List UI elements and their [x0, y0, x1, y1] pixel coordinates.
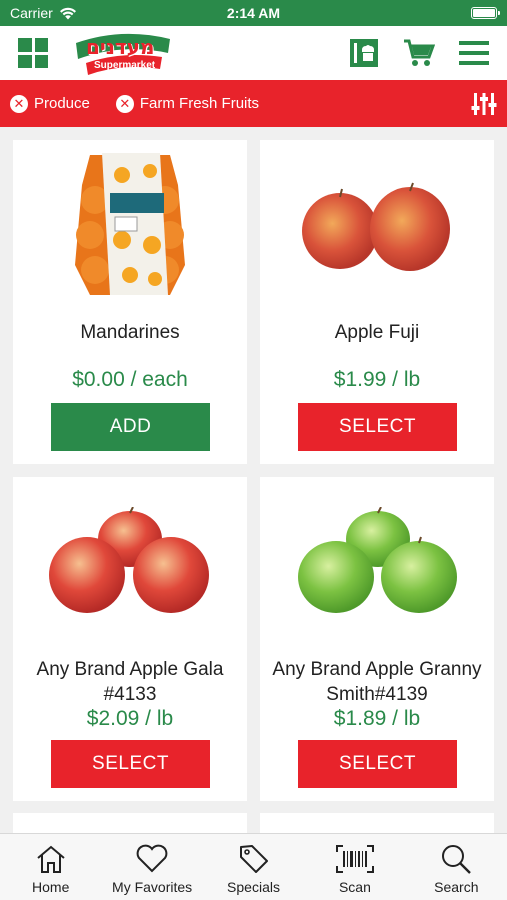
product-name: Mandarines — [80, 322, 180, 343]
filter-chip-farm-fresh-fruits[interactable]: ✕ Farm Fresh Fruits — [115, 94, 260, 113]
logo-subtext: Supermarket — [94, 60, 156, 71]
product-name: Any Brand Apple Gala #4133 — [36, 659, 224, 705]
tab-label: Home — [32, 879, 70, 895]
tab-label: Scan — [338, 879, 371, 895]
product-card[interactable]: Apple Fuji $1.99 / lb SELECT — [260, 140, 494, 464]
product-name: Any Brand Apple Granny Smith#4139 — [272, 659, 482, 705]
home-icon — [35, 842, 67, 876]
tab-home[interactable]: Home — [0, 834, 101, 900]
heart-icon — [135, 842, 169, 876]
select-button[interactable]: SELECT — [51, 740, 210, 788]
tab-label: Search — [434, 879, 479, 895]
remove-filter-icon[interactable]: ✕ — [10, 94, 28, 113]
select-button[interactable]: SELECT — [298, 403, 457, 451]
hamburger-menu-icon[interactable] — [459, 39, 489, 67]
remove-filter-icon[interactable]: ✕ — [115, 94, 134, 113]
battery-icon — [471, 7, 500, 19]
product-card[interactable]: Any Brand Apple Gala #4133 $2.09 / lb SE… — [13, 477, 247, 801]
grid-menu-icon[interactable] — [18, 38, 48, 68]
product-grid: Mandarines $0.00 / each ADD Apple Fuji $… — [0, 127, 507, 833]
product-price: $1.89 / lb — [333, 707, 421, 730]
tag-icon — [238, 842, 270, 876]
product-card[interactable]: Any Brand Apple Granny Smith#4139 $1.89 … — [260, 477, 494, 801]
wifi-icon — [59, 7, 76, 19]
bottom-tab-bar: Home My Favorites Specials Scan Search — [0, 833, 507, 900]
product-card-partial[interactable] — [13, 813, 247, 833]
app-header: מעדנים Supermarket — [0, 26, 507, 80]
barcode-icon — [335, 842, 375, 876]
filter-bar: ✕ Produce ✕ Farm Fresh Fruits — [0, 80, 507, 127]
product-image-apple-fuji[interactable] — [260, 140, 494, 310]
carrier-info: Carrier — [10, 5, 77, 21]
status-bar: Carrier 2:14 AM — [0, 0, 507, 26]
store-card-icon[interactable] — [349, 38, 379, 68]
brand-logo[interactable]: מעדנים Supermarket — [72, 29, 172, 77]
product-price: $2.09 / lb — [86, 707, 174, 730]
tab-specials[interactable]: Specials — [203, 834, 304, 900]
filter-chip-label: Farm Fresh Fruits — [139, 95, 260, 112]
filter-chip-label: Produce — [34, 95, 90, 112]
product-card-partial[interactable] — [260, 813, 494, 833]
search-icon — [440, 842, 472, 876]
product-image-mandarines[interactable] — [13, 140, 247, 310]
product-price: $1.99 / lb — [333, 368, 421, 391]
product-image-apple-granny-smith[interactable] — [260, 477, 494, 647]
carrier-label: Carrier — [10, 5, 53, 21]
add-to-cart-button[interactable]: ADD — [51, 403, 210, 451]
tab-label: My Favorites — [112, 879, 193, 895]
product-name: Apple Fuji — [334, 322, 420, 343]
filter-sliders-icon[interactable] — [471, 91, 497, 117]
tab-my-favorites[interactable]: My Favorites — [101, 834, 202, 900]
product-image-apple-gala[interactable] — [13, 477, 247, 647]
logo-hebrew-text: מעדנים — [86, 35, 155, 59]
product-price: $0.00 / each — [72, 368, 188, 391]
filter-chip-produce[interactable]: ✕ Produce — [10, 94, 90, 113]
cart-icon[interactable] — [403, 38, 435, 68]
select-button[interactable]: SELECT — [298, 740, 457, 788]
tab-search[interactable]: Search — [406, 834, 507, 900]
product-card[interactable]: Mandarines $0.00 / each ADD — [13, 140, 247, 464]
tab-label: Specials — [227, 879, 280, 895]
tab-scan[interactable]: Scan — [304, 834, 405, 900]
